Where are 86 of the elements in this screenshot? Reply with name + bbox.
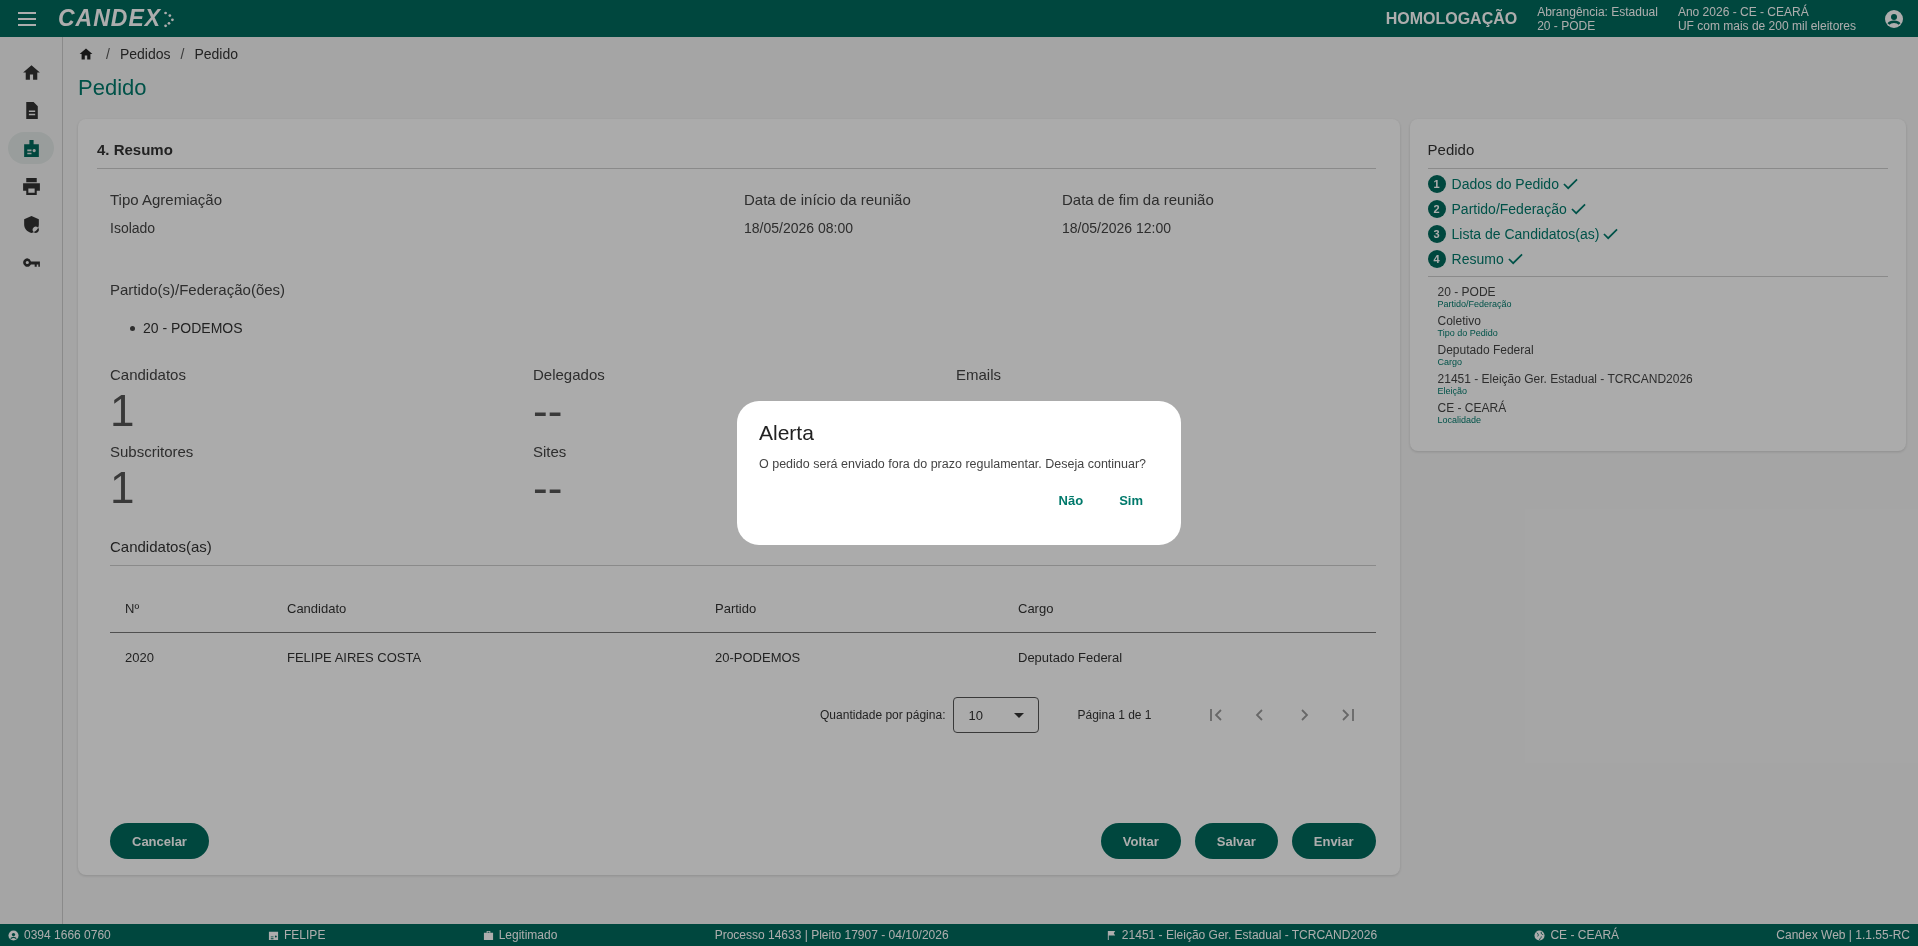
table-cell-text: FELIPE AIRES COSTA xyxy=(287,649,423,665)
page-size-select[interactable]: 10 xyxy=(953,697,1040,733)
action-button[interactable]: Voltar xyxy=(1100,823,1181,859)
field-value: 18/05/2026 08:00 xyxy=(744,220,854,236)
field-label: Tipo Agremiação xyxy=(110,191,223,208)
briefcase-icon xyxy=(482,929,494,941)
field-label: Data de início da reunião xyxy=(744,191,912,208)
dialog-title: Alerta xyxy=(759,421,815,445)
step-link[interactable]: Partido/Federação xyxy=(1451,201,1567,217)
step-link[interactable]: Dados do Pedido xyxy=(1451,176,1559,192)
scope-label: Abrangência: Estadual xyxy=(1537,4,1658,19)
page-title: Pedido xyxy=(78,75,148,101)
flag-icon xyxy=(1105,929,1117,941)
home-icon[interactable] xyxy=(78,46,94,62)
status-text: FELIPE xyxy=(284,928,326,942)
app-logo: CANDEX xyxy=(58,5,162,32)
status-text: Candex Web | 1.1.55-RC xyxy=(1776,928,1910,942)
breadcrumb-separator: / xyxy=(180,46,185,62)
stat-label: Subscritores xyxy=(110,443,194,460)
cancel-button[interactable]: Cancelar xyxy=(110,823,209,859)
column-header: Nº xyxy=(125,600,141,616)
detail-label: Partido/Federação xyxy=(1437,299,1513,309)
breadcrumb-item: Pedido xyxy=(194,46,238,62)
table-cell-text: 2020 xyxy=(125,649,155,665)
party-item: 20 - PODEMOS xyxy=(143,320,243,336)
step-number: 3 xyxy=(1427,225,1446,243)
table-cell-text: 20-PODEMOS xyxy=(715,649,802,665)
field-value: 18/05/2026 12:00 xyxy=(1062,220,1172,236)
step-link[interactable]: Resumo xyxy=(1451,251,1504,267)
breadcrumb-separator: / xyxy=(106,46,110,62)
detail-value: CE - CEARÁ xyxy=(1437,401,1508,415)
environment-label: HOMOLOGAÇÃO xyxy=(1385,9,1518,28)
status-text: 0394 1666 0760 xyxy=(24,928,111,942)
star-cluster-icon xyxy=(163,9,176,28)
globe-icon xyxy=(1534,929,1546,941)
dialog-message: O pedido será enviado fora do prazo regulamentar. Deseja continuar? xyxy=(759,457,1148,471)
caret-icon xyxy=(1014,712,1025,718)
stat-value: -- xyxy=(533,462,563,514)
menu-icon[interactable] xyxy=(18,11,36,26)
dialog-button[interactable]: Sim xyxy=(1103,487,1159,514)
column-header: Partido xyxy=(715,600,758,616)
status-text: CE - CEARÁ xyxy=(1550,928,1620,942)
stat-value: 1 xyxy=(110,462,135,514)
scope-party: 20 - PODE xyxy=(1537,18,1596,33)
detail-value: Deputado Federal xyxy=(1437,343,1535,357)
detail-label: Tipo do Pedido xyxy=(1437,328,1499,338)
column-header: Cargo xyxy=(1018,600,1055,616)
step-number: 4 xyxy=(1427,250,1446,268)
sidebar-item[interactable] xyxy=(8,132,54,164)
stat-label: Sites xyxy=(533,443,567,460)
detail-label: Cargo xyxy=(1437,357,1464,367)
status-text: 21451 - Eleição Ger. Estadual - TCRCAND2026 xyxy=(1121,928,1378,942)
section-title: 4. Resumo xyxy=(97,141,1376,169)
stat-label: Delegados xyxy=(533,366,605,383)
detail-value: 20 - PODE xyxy=(1437,285,1497,299)
dialog-button[interactable]: Não xyxy=(1042,487,1100,514)
field-value: Isolado xyxy=(110,220,157,236)
panel-title: Pedido xyxy=(1427,141,1888,169)
printer-icon xyxy=(20,175,42,197)
breadcrumb-item[interactable]: Pedidos xyxy=(119,46,171,62)
account-icon[interactable] xyxy=(1884,8,1904,29)
detail-label: Eleição xyxy=(1437,386,1469,396)
status-text: Legitimado xyxy=(498,928,558,942)
status-text: Processo 14633 | Pleito 17907 - 04/10/2026 xyxy=(714,928,949,942)
step-link[interactable]: Lista de Candidatos(as) xyxy=(1451,226,1600,242)
action-button[interactable]: Enviar xyxy=(1291,823,1376,859)
column-header: Candidato xyxy=(287,600,348,616)
account-icon xyxy=(8,929,19,941)
field-label: Data de fim da reunião xyxy=(1062,191,1215,208)
detail-value: 21451 - Eleição Ger. Estadual - TCRCAND2026 xyxy=(1437,372,1694,386)
step-number: 1 xyxy=(1427,175,1446,193)
page-size-label: Quantidade por página: xyxy=(820,708,946,722)
detail-value: Coletivo xyxy=(1437,314,1482,328)
field-label: Partido(s)/Federação(ões) xyxy=(110,281,287,298)
detail-label: Localidade xyxy=(1437,415,1483,425)
action-button[interactable]: Salvar xyxy=(1194,823,1278,859)
stat-value: 1 xyxy=(110,385,135,437)
page-info: Página 1 de 1 xyxy=(1077,708,1152,722)
stat-value: -- xyxy=(533,385,563,437)
election-year: Ano 2026 - CE - CEARÁ xyxy=(1677,4,1810,19)
stat-label: Emails xyxy=(956,366,1001,383)
step-number: 2 xyxy=(1427,200,1446,218)
stat-label: Candidatos xyxy=(110,366,186,383)
badge-icon xyxy=(268,929,280,941)
table-cell-text: Deputado Federal xyxy=(1018,649,1124,665)
uf-description: UF com mais de 200 mil eleitores xyxy=(1677,18,1856,33)
